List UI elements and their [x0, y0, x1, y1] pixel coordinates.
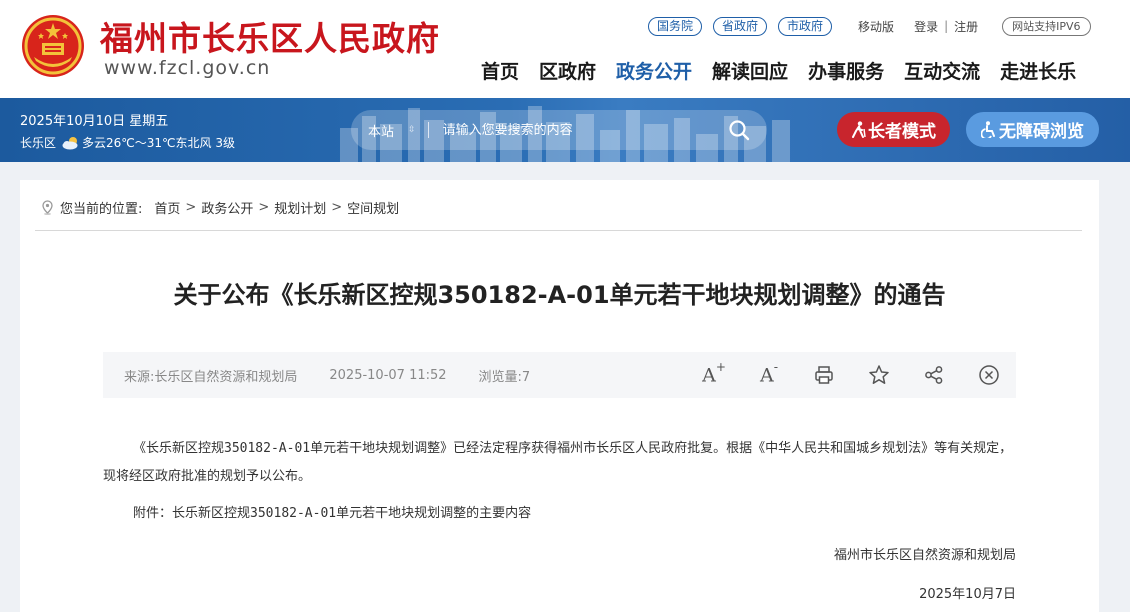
favorite-button[interactable] [866, 363, 892, 387]
breadcrumb-home[interactable]: 首页 [154, 198, 180, 217]
font-decrease-button[interactable]: A- [756, 361, 782, 387]
close-icon [979, 365, 999, 385]
font-decrease-letter: A [759, 364, 774, 387]
search-icon[interactable] [727, 118, 751, 142]
search-box: 本站 ⇳ [351, 110, 767, 150]
share-icon [925, 366, 943, 384]
attachment-label: 附件： [133, 506, 173, 521]
nav-about-changle[interactable]: 走进长乐 [1000, 57, 1076, 84]
search-scope-label: 本站 [368, 124, 395, 140]
share-button[interactable] [921, 363, 947, 387]
link-province-gov[interactable]: 省政府 [713, 16, 768, 36]
breadcrumb-gov-affairs[interactable]: 政务公开 [201, 198, 253, 217]
font-increase-sign: + [715, 360, 726, 375]
nav-interpretation[interactable]: 解读回应 [712, 57, 788, 84]
elder-mode-button[interactable]: 长者模式 [837, 112, 950, 147]
article-tools: A+ A- [701, 361, 1002, 387]
top-links: 国务院 省政府 市政府 移动版 登录 | 注册 网站支持IPV6 [648, 16, 1091, 36]
mobile-version-link[interactable]: 移动版 [858, 18, 894, 35]
font-increase-letter: A [702, 364, 716, 387]
banner: 2025年10月10日 星期五 长乐区 多云26℃～31℃东北风 3级 本站 ⇳ [0, 98, 1130, 162]
nav-gov-affairs[interactable]: 政务公开 [616, 57, 692, 84]
accessible-browsing-label: 无障碍浏览 [999, 122, 1084, 142]
article-source: 来源:长乐区自然资源和规划局 [124, 369, 298, 385]
weather-info: 长乐区 多云26℃～31℃东北风 3级 [20, 134, 235, 151]
link-state-council[interactable]: 国务院 [648, 16, 703, 36]
star-icon [869, 365, 889, 384]
article-date: 2025-10-07 11:52 [329, 367, 447, 383]
font-increase-button[interactable]: A+ [701, 361, 727, 387]
font-decrease-sign: - [773, 360, 779, 375]
site-header: 福州市长乐区人民政府 www.fzcl.gov.cn 国务院 省政府 市政府 移… [0, 0, 1130, 98]
search-input[interactable] [442, 122, 727, 138]
location-pin-icon [42, 200, 53, 215]
print-icon [815, 366, 833, 384]
site-title[interactable]: 福州市长乐区人民政府 [100, 12, 440, 60]
article-paragraph: 《长乐新区控规350182-A-01单元若干地块规划调整》已经法定程序获得福州市… [103, 441, 1013, 484]
search-divider [427, 122, 429, 138]
divider: | [944, 19, 949, 33]
breadcrumb-prefix: 您当前的位置: [60, 202, 143, 217]
chevron-down-icon: ⇳ [408, 125, 416, 135]
current-date: 2025年10月10日 星期五 [20, 114, 169, 129]
main-nav: 首页 区政府 政务公开 解读回应 办事服务 互动交流 走进长乐 [481, 57, 1076, 84]
weather-text: 多云26℃～31℃东北风 3级 [82, 136, 235, 150]
print-button[interactable] [811, 363, 837, 387]
nav-home[interactable]: 首页 [481, 57, 519, 84]
signature-org: 福州市长乐区自然资源和规划局 [833, 548, 1016, 563]
register-link[interactable]: 注册 [954, 18, 978, 35]
breadcrumb-spatial-planning[interactable]: 空间规划 [347, 198, 399, 217]
font-increase-icon: A+ [702, 361, 726, 387]
nav-interaction[interactable]: 互动交流 [904, 57, 980, 84]
article-title: 关于公布《长乐新区控规350182-A-01单元若干地块规划调整》的通告 [173, 281, 946, 309]
attachment-line: 附件：长乐新区控规350182-A-01单元若干地块规划调整的主要内容 [133, 502, 531, 521]
elder-mode-icon [852, 121, 866, 138]
accessible-browsing-button[interactable]: 无障碍浏览 [966, 112, 1099, 147]
article-views: 浏览量:7 [478, 369, 531, 385]
breadcrumb-arrow: > [331, 200, 343, 215]
breadcrumb-divider [35, 230, 1082, 231]
ipv6-badge: 网站支持IPV6 [1002, 16, 1091, 36]
national-emblem-icon[interactable] [20, 13, 86, 79]
login-link[interactable]: 登录 [914, 18, 938, 35]
breadcrumb: 您当前的位置: 首页 > 政务公开 > 规划计划 > 空间规划 [41, 198, 399, 217]
close-button[interactable] [976, 363, 1002, 387]
article-body: 《长乐新区控规350182-A-01单元若干地块规划调整》已经法定程序获得福州市… [103, 435, 1016, 491]
article-container: 您当前的位置: 首页 > 政务公开 > 规划计划 > 空间规划 关于公布《长乐新… [20, 180, 1099, 612]
nav-district-gov[interactable]: 区政府 [539, 57, 596, 84]
region-label: 长乐区 [20, 136, 57, 150]
accessibility-icon [981, 121, 995, 138]
search-scope-select[interactable]: 本站 ⇳ [368, 121, 416, 140]
elder-mode-label: 长者模式 [868, 122, 936, 142]
breadcrumb-planning[interactable]: 规划计划 [274, 198, 326, 217]
nav-services[interactable]: 办事服务 [808, 57, 884, 84]
font-decrease-icon: A- [759, 361, 778, 387]
site-domain: www.fzcl.gov.cn [104, 57, 271, 79]
article-meta-bar: 来源:长乐区自然资源和规划局 2025-10-07 11:52 浏览量:7 A+… [103, 352, 1016, 398]
cloudy-weather-icon [62, 136, 78, 149]
breadcrumb-arrow: > [258, 200, 270, 215]
breadcrumb-arrow: > [185, 200, 197, 215]
link-city-gov[interactable]: 市政府 [778, 16, 833, 36]
attachment-link[interactable]: 长乐新区控规350182-A-01单元若干地块规划调整的主要内容 [172, 506, 531, 521]
signature-date: 2025年10月7日 [919, 587, 1016, 602]
